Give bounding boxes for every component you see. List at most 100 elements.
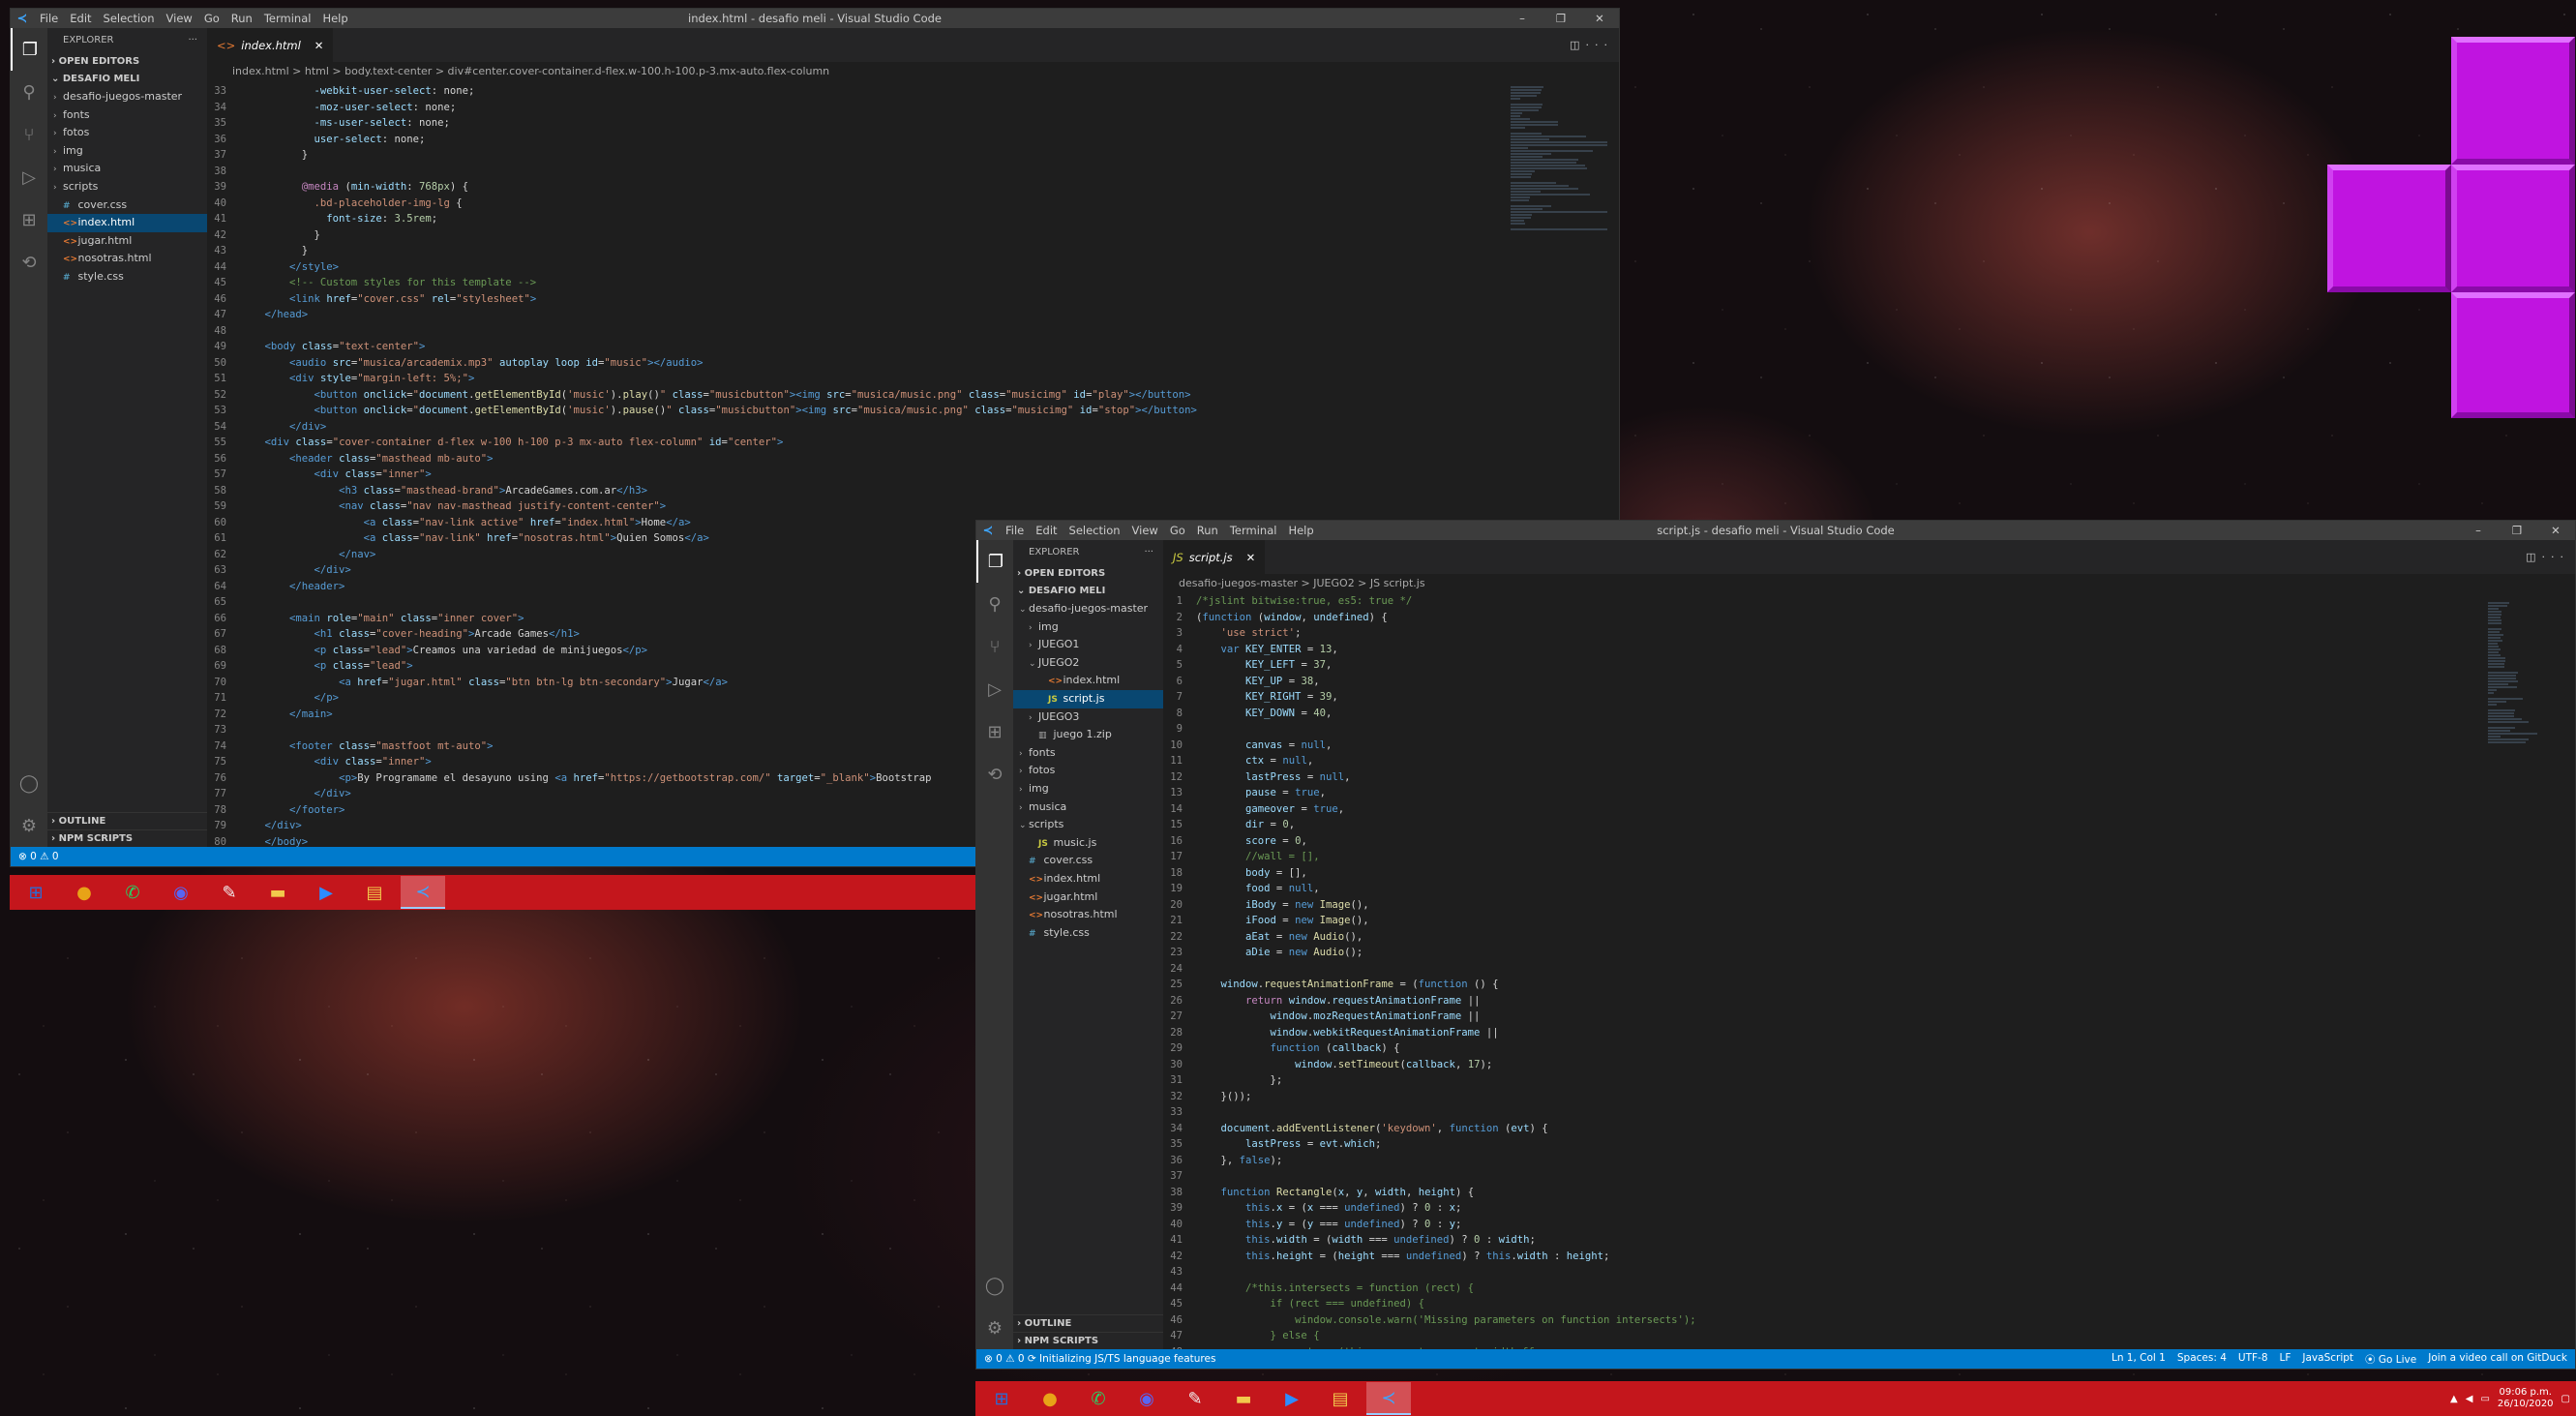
explorer-icon[interactable]: ❐: [11, 28, 47, 71]
code-line[interactable]: 1/*jslint bitwise:true, es5: true */: [1163, 593, 2575, 610]
minimize-button[interactable]: –: [1503, 9, 1542, 28]
code-line[interactable]: 50 <audio src="musica/arcademix.mp3" aut…: [207, 355, 1619, 372]
code-line[interactable]: 28 window.webkitRequestAnimationFrame ||: [1163, 1025, 2575, 1041]
tree-file[interactable]: JS script.js: [1013, 689, 1163, 708]
code-line[interactable]: 17 //wall = [],: [1163, 849, 2575, 865]
close-button[interactable]: ✕: [1580, 9, 1619, 28]
code-line[interactable]: 39 this.x = (x === undefined) ? 0 : x;: [1163, 1200, 2575, 1217]
code-line[interactable]: 33 -webkit-user-select: none;: [207, 83, 1619, 100]
source-control-icon[interactable]: ⑂: [11, 113, 47, 156]
extensions-icon[interactable]: ⊞: [976, 710, 1013, 753]
code-line[interactable]: 16 score = 0,: [1163, 833, 2575, 850]
taskbar-chrome-icon[interactable]: ●: [1028, 1382, 1072, 1415]
code-line[interactable]: 18 body = [],: [1163, 865, 2575, 882]
code-line[interactable]: 40 this.y = (y === undefined) ? 0 : y;: [1163, 1217, 2575, 1233]
tree-file[interactable]: <> index.html: [47, 214, 207, 232]
account-icon[interactable]: ◯: [976, 1264, 1013, 1307]
account-icon[interactable]: ◯: [11, 762, 47, 804]
code-line[interactable]: 7 KEY_RIGHT = 39,: [1163, 689, 2575, 706]
tree-folder[interactable]: › musica: [47, 160, 207, 178]
taskbar-file-explorer-icon[interactable]: ▤: [352, 876, 397, 909]
run-debug-icon[interactable]: ▷: [11, 156, 47, 198]
code-line[interactable]: 27 window.mozRequestAnimationFrame ||: [1163, 1009, 2575, 1025]
remote-icon[interactable]: ⟲: [11, 241, 47, 284]
volume-icon[interactable]: ◀: [2466, 1394, 2473, 1404]
tree-folder[interactable]: › img: [47, 142, 207, 161]
code-line[interactable]: 42 this.height = (height === undefined) …: [1163, 1249, 2575, 1265]
close-button[interactable]: ✕: [2536, 521, 2575, 540]
breadcrumb[interactable]: desafio-juegos-master > JUEGO2 > JS scri…: [1163, 574, 2575, 593]
npm-scripts-section[interactable]: › NPM SCRIPTS: [47, 829, 207, 847]
breadcrumb[interactable]: index.html > html > body.text-center > d…: [207, 62, 1619, 81]
menu-help[interactable]: Help: [1282, 524, 1319, 537]
code-line[interactable]: 20 iBody = new Image(),: [1163, 897, 2575, 914]
code-line[interactable]: 6 KEY_UP = 38,: [1163, 674, 2575, 690]
code-line[interactable]: 38 function Rectangle(x, y, width, heigh…: [1163, 1185, 2575, 1201]
code-line[interactable]: 31 };: [1163, 1072, 2575, 1089]
code-line[interactable]: 53 <button onclick="document.getElementB…: [207, 403, 1619, 419]
code-line[interactable]: 34 document.addEventListener('keydown', …: [1163, 1121, 2575, 1137]
tree-file[interactable]: JS music.js: [1013, 834, 1163, 853]
code-line[interactable]: 9: [1163, 721, 2575, 738]
code-line[interactable]: 12 lastPress = null,: [1163, 769, 2575, 786]
notifications-icon[interactable]: ▢: [2561, 1394, 2570, 1404]
taskbar-zoom-icon[interactable]: ▶: [1270, 1382, 1314, 1415]
more-actions-icon[interactable]: ···: [2542, 551, 2570, 563]
status-item[interactable]: Join a video call on GitDuck: [2428, 1352, 2567, 1367]
settings-gear-icon[interactable]: ⚙: [11, 804, 47, 847]
tree-file[interactable]: # cover.css: [47, 196, 207, 215]
tab-index-html[interactable]: <> index.html ✕: [207, 28, 334, 62]
code-line[interactable]: 4 var KEY_ENTER = 13,: [1163, 642, 2575, 658]
status-item[interactable]: LF: [2280, 1352, 2291, 1367]
menu-go[interactable]: Go: [198, 12, 225, 25]
tree-folder[interactable]: ⌄ desafio-juegos-master: [1013, 600, 1163, 618]
tree-folder[interactable]: › fotos: [47, 124, 207, 142]
status-item[interactable]: Ln 1, Col 1: [2112, 1352, 2166, 1367]
minimap[interactable]: [2488, 601, 2556, 1349]
code-line[interactable]: 37: [1163, 1168, 2575, 1185]
tree-file[interactable]: # style.css: [1013, 924, 1163, 943]
code-line[interactable]: 25 window.requestAnimationFrame = (funct…: [1163, 977, 2575, 993]
menu-file[interactable]: File: [34, 12, 64, 25]
code-line[interactable]: 24: [1163, 961, 2575, 978]
code-line[interactable]: 58 <h3 class="masthead-brand">ArcadeGame…: [207, 483, 1619, 499]
code-line[interactable]: 54 </div>: [207, 419, 1619, 436]
code-line[interactable]: 52 <button onclick="document.getElementB…: [207, 387, 1619, 404]
code-line[interactable]: 22 aEat = new Audio(),: [1163, 929, 2575, 946]
run-debug-icon[interactable]: ▷: [976, 668, 1013, 710]
workspace-folder[interactable]: ⌄ DESAFIO MELI: [1013, 583, 1163, 600]
more-actions-icon[interactable]: ···: [188, 28, 197, 53]
minimize-button[interactable]: –: [2459, 521, 2498, 540]
taskbar-notes-icon[interactable]: ✎: [207, 876, 252, 909]
code-line[interactable]: 33: [1163, 1104, 2575, 1121]
code-line[interactable]: 44 /*this.intersects = function (rect) {: [1163, 1280, 2575, 1297]
code-line[interactable]: 55 <div class="cover-container d-flex w-…: [207, 435, 1619, 451]
code-line[interactable]: 36 }, false);: [1163, 1153, 2575, 1169]
code-line[interactable]: 34 -moz-user-select: none;: [207, 100, 1619, 116]
code-line[interactable]: 26 return window.requestAnimationFrame |…: [1163, 993, 2575, 1009]
menu-terminal[interactable]: Terminal: [1224, 524, 1283, 537]
explorer-icon[interactable]: ❐: [976, 540, 1013, 583]
status-item[interactable]: JavaScript: [2302, 1352, 2353, 1367]
menu-selection[interactable]: Selection: [98, 12, 161, 25]
tree-file[interactable]: # cover.css: [1013, 852, 1163, 870]
code-line[interactable]: 45 if (rect === undefined) {: [1163, 1296, 2575, 1312]
close-tab-icon[interactable]: ✕: [1246, 551, 1256, 564]
taskbar-folder-yellow-icon[interactable]: ▬: [255, 876, 300, 909]
taskbar-discord-icon[interactable]: ◉: [1124, 1382, 1169, 1415]
menu-file[interactable]: File: [1000, 524, 1030, 537]
taskbar-start-icon[interactable]: ⊞: [14, 876, 58, 909]
tree-folder[interactable]: › fonts: [1013, 744, 1163, 763]
tree-folder[interactable]: › musica: [1013, 798, 1163, 817]
outline-section[interactable]: › OUTLINE: [47, 812, 207, 829]
tree-folder[interactable]: › fonts: [47, 106, 207, 125]
code-editor[interactable]: 1/*jslint bitwise:true, es5: true */2 (fu…: [1163, 593, 2575, 1349]
close-tab-icon[interactable]: ✕: [315, 39, 324, 52]
maximize-button[interactable]: ❐: [1542, 9, 1580, 28]
taskbar-whatsapp-icon[interactable]: ✆: [110, 876, 155, 909]
menu-edit[interactable]: Edit: [1030, 524, 1063, 537]
code-line[interactable]: 30 window.setTimeout(callback, 17);: [1163, 1057, 2575, 1073]
code-line[interactable]: 23 aDie = new Audio();: [1163, 945, 2575, 961]
code-line[interactable]: 13 pause = true,: [1163, 785, 2575, 801]
code-line[interactable]: 39 @media (min-width: 768px) {: [207, 179, 1619, 196]
